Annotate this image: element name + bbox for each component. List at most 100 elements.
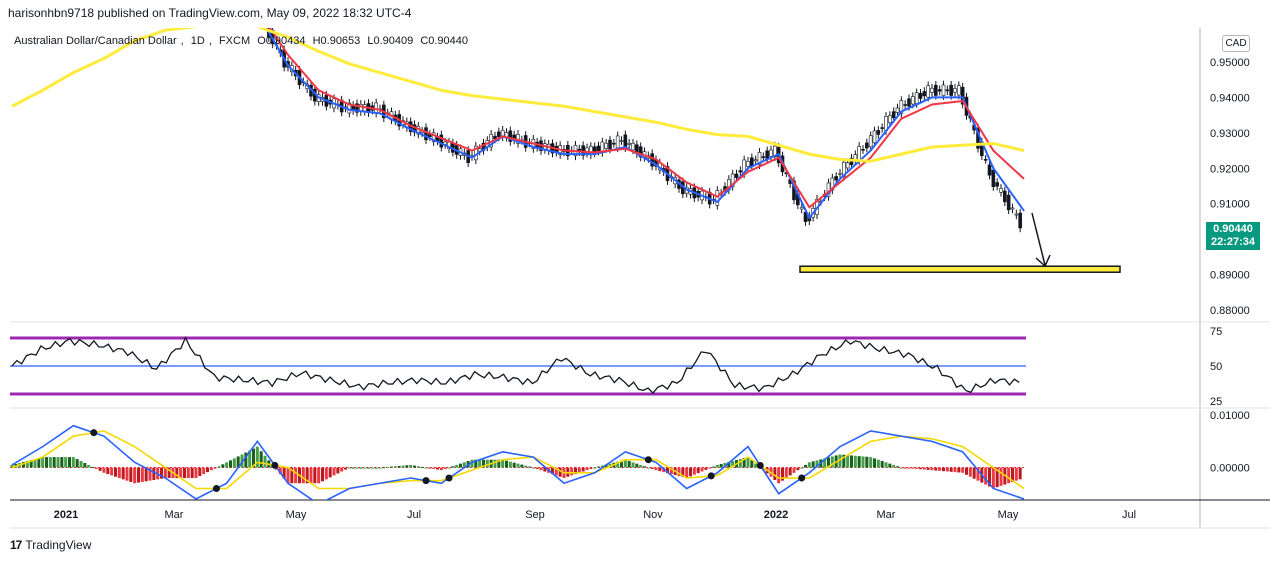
candle-body — [868, 135, 873, 148]
macd-histogram-bar — [405, 465, 409, 468]
macd-histogram-bar — [539, 467, 543, 471]
macd-cross-dot — [271, 461, 279, 469]
ohlc-high: H0.90653 — [312, 35, 361, 47]
currency-badge[interactable]: CAD — [1222, 35, 1250, 52]
footer-brand[interactable]: 17 TradingView — [10, 538, 91, 552]
macd-histogram-bar — [56, 457, 60, 468]
macd-histogram-bar — [436, 467, 439, 470]
candle-body — [753, 159, 758, 162]
macd-histogram-bar — [255, 446, 259, 468]
macd-histogram-bar — [294, 467, 298, 484]
macd-histogram-bar — [704, 467, 708, 470]
macd-histogram-bar — [945, 467, 949, 472]
candle-body — [857, 146, 861, 161]
time-tick-label: Jul — [1122, 509, 1136, 521]
macd-histogram-bar — [804, 464, 807, 468]
candle-body — [424, 127, 428, 141]
rsi-tick-label: 75 — [1210, 326, 1222, 338]
macd-histogram-bar — [685, 467, 689, 479]
macd-histogram-bar — [857, 456, 861, 468]
candle-body — [957, 85, 961, 96]
candle-body — [838, 172, 842, 175]
macd-histogram-bar — [317, 467, 321, 484]
macd-histogram-bar — [68, 457, 71, 468]
macd-histogram-bar — [367, 467, 370, 469]
macd-histogram-bar — [232, 458, 236, 468]
macd-histogram-bar — [152, 467, 156, 480]
macd-histogram-bar — [409, 464, 413, 468]
macd-histogram-bar — [424, 467, 428, 469]
macd-histogram-bar — [324, 467, 328, 480]
macd-histogram-bar — [121, 467, 125, 480]
macd-histogram-bar — [94, 467, 98, 469]
macd-histogram-bar — [1018, 467, 1022, 480]
macd-histogram-bar — [957, 467, 961, 473]
macd-histogram-bar — [712, 466, 715, 468]
macd-histogram-bar — [117, 467, 121, 479]
macd-histogram-bar — [938, 467, 942, 471]
candle-body — [953, 88, 957, 93]
ohlc-low: L0.90409 — [367, 35, 414, 47]
candle-body — [799, 206, 804, 210]
macd-histogram-bar — [1014, 467, 1018, 481]
candle-body — [865, 142, 869, 149]
candle-body — [895, 107, 900, 113]
chart-canvas[interactable]: 2021 Mar May Jul Sep Nov 2022 Mar May Jul 0.88000 0… — [0, 0, 1280, 563]
macd-histogram-bar — [186, 467, 190, 479]
macd-cross-dot — [90, 429, 98, 437]
macd-histogram-bar — [589, 467, 593, 469]
macd-histogram-bar — [221, 464, 225, 468]
support-zone-rect — [799, 265, 1121, 273]
macd-histogram-bar — [919, 467, 922, 470]
candle-body — [903, 104, 907, 106]
macd-histogram-bar — [455, 464, 459, 468]
candle-body — [861, 149, 865, 151]
candle-body — [930, 87, 934, 93]
macd-histogram-bar — [133, 467, 137, 484]
price-tick-label: 0.94000 — [1210, 92, 1250, 104]
macd-histogram-bar — [91, 466, 94, 468]
macd-signal-line — [11, 430, 1025, 490]
price-tick-label: 0.95000 — [1210, 57, 1250, 69]
macd-histogram-bar — [528, 466, 531, 468]
macd-histogram-bar — [570, 467, 574, 476]
bar-countdown: 22:27:34 — [1210, 236, 1256, 248]
price-tick-label: 0.93000 — [1210, 128, 1250, 140]
macd-histogram-bar — [807, 462, 811, 468]
candle-body — [244, 1, 247, 2]
macd-histogram-bar — [125, 467, 129, 481]
price-tick-label: 0.88000 — [1210, 305, 1250, 317]
macd-histogram-bar — [853, 455, 857, 468]
macd-histogram-bar — [792, 467, 796, 473]
macd-histogram-bar — [524, 465, 528, 468]
macd-histogram-bar — [386, 466, 390, 468]
macd-histogram-bar — [432, 467, 436, 469]
candle-body — [627, 142, 631, 145]
macd-histogram-bar — [796, 467, 800, 471]
macd-histogram-bar — [884, 462, 888, 468]
macd-histogram-bar — [340, 467, 344, 472]
macd-histogram-bar — [390, 466, 393, 468]
macd-histogram-bar — [512, 462, 516, 468]
macd-histogram-bar — [355, 467, 359, 469]
macd-histogram-bar — [965, 467, 968, 475]
macd-cross-dot — [445, 474, 453, 482]
macd-histogram-bar — [865, 456, 869, 468]
macd-histogram-bar — [915, 467, 919, 469]
macd-cross-dot — [707, 472, 715, 480]
time-tick-label: Mar — [877, 509, 896, 521]
macd-histogram-bar — [64, 457, 68, 468]
macd-histogram-bar — [784, 467, 788, 479]
candle-body — [991, 169, 996, 187]
macd-histogram-bar — [991, 467, 995, 489]
candle-body — [999, 188, 1003, 193]
macd-histogram-bar — [459, 463, 462, 468]
candle-body — [995, 182, 999, 187]
candle-body — [769, 149, 773, 157]
candle-body — [926, 85, 930, 98]
macd-histogram-bar — [102, 467, 106, 473]
macd-histogram-bar — [581, 467, 585, 472]
macd-histogram-bar — [719, 463, 723, 468]
macd-histogram-bar — [715, 464, 719, 468]
candle-body — [876, 130, 881, 135]
